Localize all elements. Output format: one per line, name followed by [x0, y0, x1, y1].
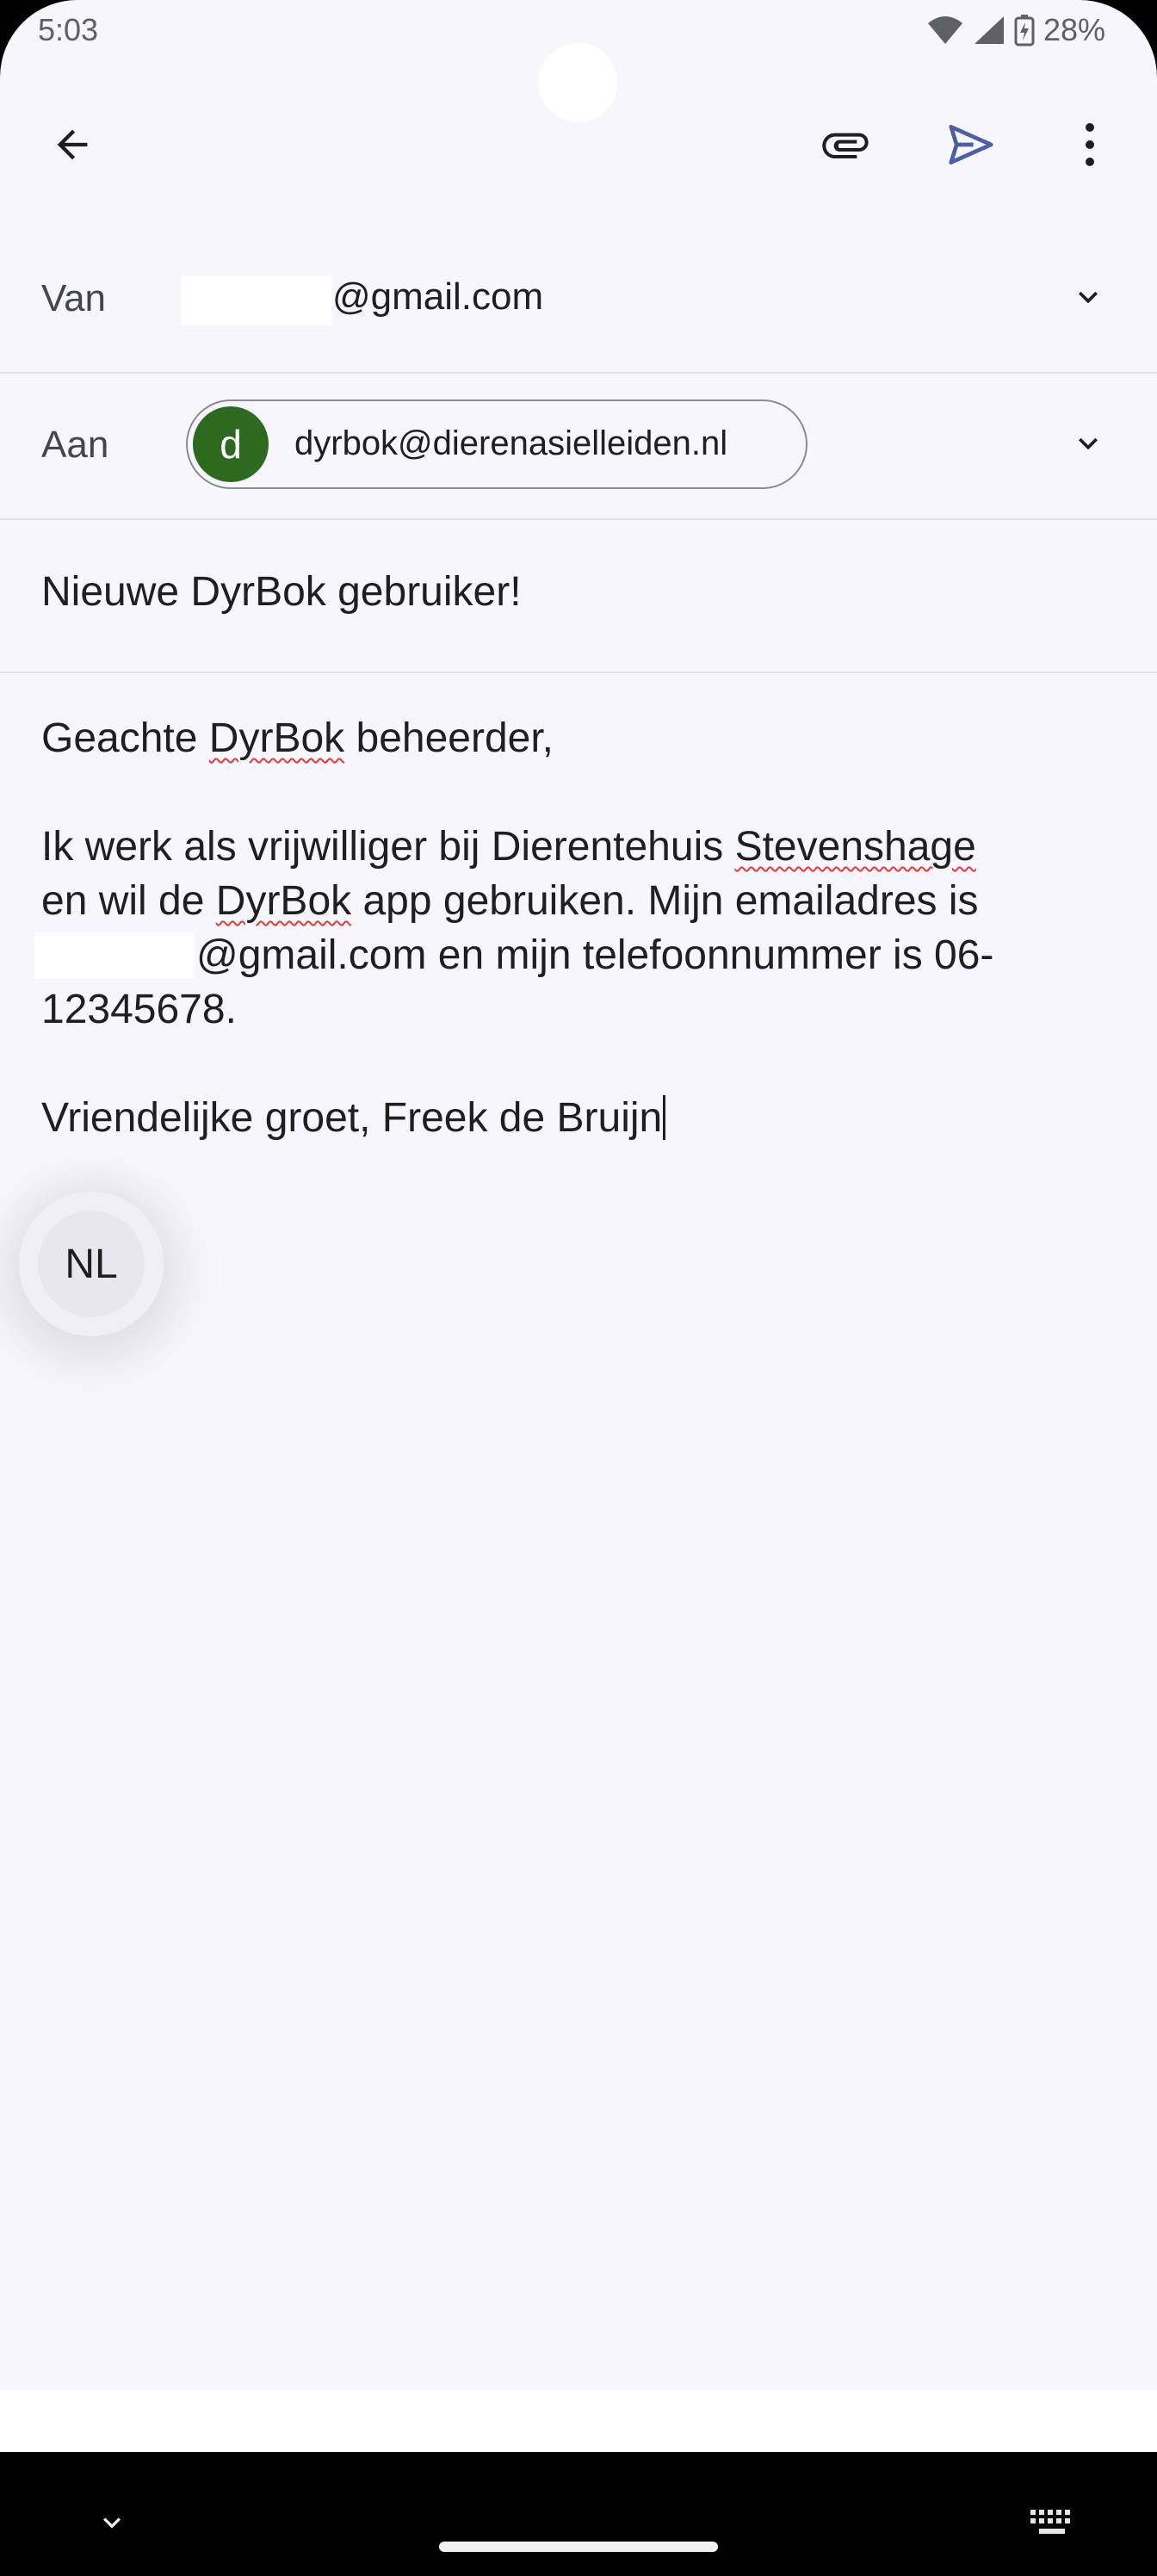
arrow-left-icon: [50, 122, 95, 167]
attach-button[interactable]: [804, 103, 887, 186]
back-button[interactable]: [31, 103, 114, 186]
body-text: Ik werk als vrijwilliger bij Dierentehui…: [41, 824, 735, 870]
to-label: Aan: [41, 424, 109, 466]
from-row: Van @gmail.com: [0, 226, 1157, 374]
battery-percentage: 28%: [1043, 12, 1105, 47]
to-row: Aan d dyrbok@dierenasielleiden.nl: [0, 372, 1157, 520]
more-options-button[interactable]: [1049, 103, 1131, 186]
body-text: beheerder,: [344, 715, 554, 761]
misspelled-word[interactable]: Stevenshage: [735, 824, 976, 870]
to-expand-button[interactable]: [1054, 411, 1123, 480]
status-icons: 28%: [926, 12, 1105, 48]
paperclip-icon: [818, 117, 873, 172]
body-text: Geachte: [41, 715, 209, 761]
body-line: Geachte DyrBok beheerder,: [41, 711, 1126, 765]
send-icon: [944, 118, 998, 171]
home-gesture-handle[interactable]: [439, 2542, 718, 2552]
body-text: en wil de: [41, 878, 216, 924]
redacted-username: [181, 276, 332, 325]
keyboard-icon: [1029, 2508, 1075, 2542]
chevron-down-icon: [95, 2505, 129, 2544]
body-text: app gebruiken. Mijn emailadres is: [351, 878, 979, 924]
send-button[interactable]: [930, 103, 1012, 186]
chevron-down-icon: [1069, 278, 1107, 320]
wifi-icon: [926, 15, 964, 46]
recipient-chip[interactable]: d dyrbok@dierenasielleiden.nl: [186, 399, 807, 489]
body-line: en wil de DyrBok app gebruiken. Mijn ema…: [41, 874, 1126, 928]
misspelled-word[interactable]: DyrBok: [209, 715, 344, 761]
text-cursor: [663, 1095, 666, 1140]
navigation-bar: [0, 2452, 1157, 2576]
avatar: d: [193, 406, 269, 482]
keyboard-top-strip: [0, 2390, 1157, 2452]
from-address[interactable]: @gmail.com: [332, 276, 543, 319]
misspelled-word[interactable]: DyrBok: [216, 878, 351, 924]
language-switch-bubble[interactable]: NL: [19, 1192, 164, 1336]
more-vert-icon: [1085, 122, 1095, 167]
signal-icon: [973, 15, 1005, 46]
redacted-username: [34, 932, 195, 979]
subject-field[interactable]: Nieuwe DyrBok gebruiker!: [41, 568, 1109, 616]
from-expand-button[interactable]: [1054, 264, 1123, 333]
from-label: Van: [41, 277, 107, 319]
compose-toolbar: [0, 103, 1157, 186]
body-line: Ik werk als vrijwilliger bij Dierentehui…: [41, 820, 1126, 874]
body-line: 12345678.: [41, 987, 237, 1032]
keyboard-switch-button[interactable]: [1021, 2497, 1083, 2552]
body-line: Vriendelijke groet, Freek de Bruijn: [41, 1091, 1126, 1145]
hide-keyboard-button[interactable]: [83, 2495, 141, 2554]
compose-screen: 5:03 28% Van @gmail.com Aan d dyrbok@die…: [0, 0, 1157, 2452]
body-line: @gmail.com en mijn telefoonnummer is 06-: [34, 928, 1126, 982]
language-label: NL: [38, 1211, 145, 1317]
body-text: Vriendelijke groet, Freek de Bruijn: [41, 1095, 663, 1141]
recipient-email: dyrbok@dierenasielleiden.nl: [294, 424, 728, 462]
subject-row: Nieuwe DyrBok gebruiker!: [0, 518, 1157, 673]
message-body-field[interactable]: Geachte DyrBok beheerder, Ik werk als vr…: [34, 711, 1126, 1145]
chevron-down-icon: [1069, 424, 1107, 467]
body-text: @gmail.com en mijn telefoonnummer is 06-: [196, 932, 994, 978]
status-time: 5:03: [38, 12, 99, 47]
battery-charging-icon: [1014, 14, 1035, 46]
